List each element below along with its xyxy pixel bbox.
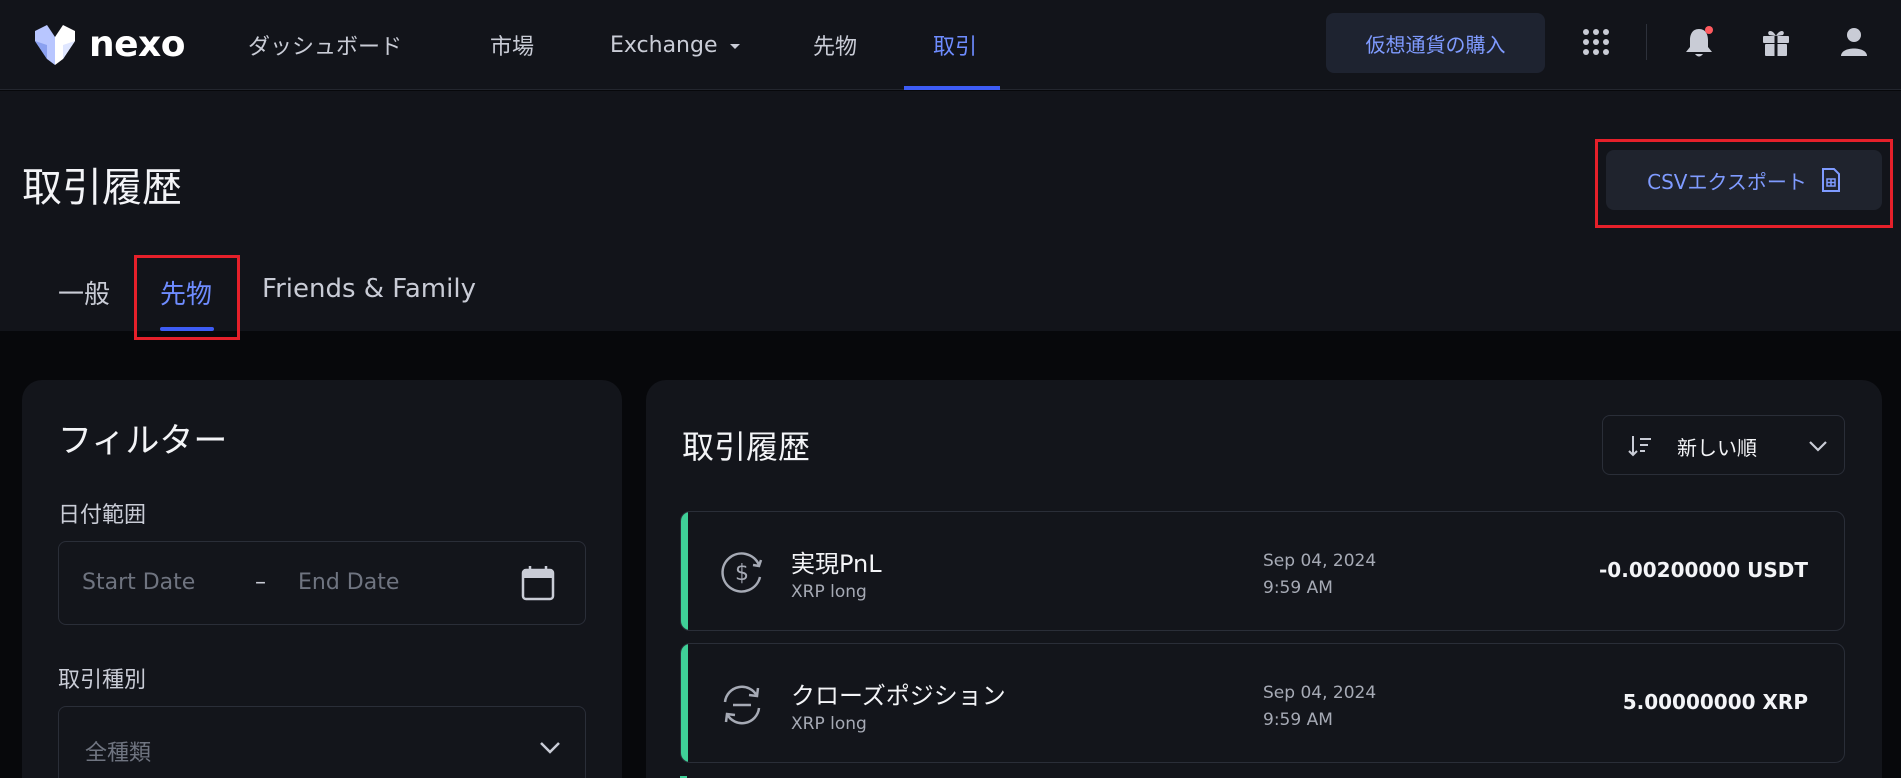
filter-title: フィルター (58, 421, 228, 461)
user-icon[interactable] (1836, 24, 1872, 60)
sort-icon (1628, 436, 1651, 457)
caret-down-icon (729, 44, 740, 49)
row-datetime: Sep 04, 2024 9:59 AM (1263, 548, 1376, 602)
row-time: 9:59 AM (1263, 710, 1333, 730)
svg-text:$: $ (735, 561, 749, 586)
nexo-logo[interactable]: nexo (33, 24, 186, 65)
highlight-futures-tab (134, 255, 240, 340)
row-date: Sep 04, 2024 (1263, 683, 1377, 703)
nexo-logo-icon (35, 24, 75, 65)
transaction-type-label: 取引種別 (58, 668, 147, 693)
transaction-row[interactable]: クローズポジション XRP long Sep 04, 2024 9:59 AM … (680, 643, 1845, 763)
nav-item-markets[interactable]: 市場 (490, 0, 534, 90)
nav-active-indicator (904, 86, 1000, 90)
transaction-row[interactable]: $ 実現PnL XRP long Sep 04, 2024 9:59 AM -0… (680, 511, 1845, 631)
transaction-type-value: 全種類 (85, 741, 152, 766)
row-title: 実現PnL (791, 550, 882, 578)
row-datetime: Sep 04, 2024 9:59 AM (1263, 680, 1376, 734)
chevron-down-icon (540, 742, 560, 754)
row-subtitle: XRP long (791, 582, 867, 602)
nav-divider (1646, 24, 1647, 60)
bell-icon[interactable] (1681, 24, 1717, 60)
date-range-label: 日付範囲 (58, 503, 147, 528)
top-nav: nexo ダッシュボード 市場 Exchange 先物 取引 仮想通貨の購入 (0, 0, 1901, 90)
calendar-icon[interactable] (521, 565, 555, 601)
row-subtitle: XRP long (791, 714, 867, 734)
nav-item-futures[interactable]: 先物 (813, 0, 857, 90)
dollar-coin-icon: $ (721, 552, 763, 593)
start-date-field[interactable]: Start Date (82, 570, 195, 595)
nav-item-trading[interactable]: 取引 (933, 0, 977, 90)
gift-icon[interactable] (1758, 24, 1794, 60)
row-amount: -0.00200000 USDT (1599, 558, 1808, 582)
tab-friends-family[interactable]: Friends & Family (262, 274, 476, 304)
buy-crypto-button[interactable]: 仮想通貨の購入 (1326, 13, 1545, 73)
row-accent (681, 644, 688, 762)
row-amount: 5.00000000 XRP (1622, 690, 1808, 714)
date-range-input[interactable]: Start Date – End Date (58, 541, 586, 625)
highlight-csv-export (1595, 139, 1893, 228)
nav-item-exchange-label: Exchange (610, 32, 718, 58)
sort-label: 新しい順 (1677, 436, 1757, 460)
chevron-down-icon (1809, 441, 1827, 452)
end-date-field[interactable]: End Date (298, 570, 399, 595)
row-title: クローズポジション (791, 682, 1006, 710)
brand-name: nexo (89, 24, 186, 65)
date-separator: – (255, 570, 266, 595)
sort-dropdown[interactable]: 新しい順 (1602, 415, 1845, 475)
history-title: 取引履歴 (682, 428, 811, 466)
swap-cycle-icon (723, 685, 761, 725)
row-accent (681, 512, 688, 630)
row-date: Sep 04, 2024 (1263, 551, 1377, 571)
nav-item-exchange[interactable]: Exchange (610, 0, 740, 90)
row-time: 9:59 AM (1263, 578, 1333, 598)
nav-item-dashboard[interactable]: ダッシュボード (248, 0, 402, 90)
tab-general[interactable]: 一般 (58, 274, 110, 311)
page-title: 取引履歴 (22, 165, 182, 211)
transaction-type-select[interactable]: 全種類 (58, 706, 586, 778)
apps-grid-icon[interactable] (1578, 24, 1614, 60)
